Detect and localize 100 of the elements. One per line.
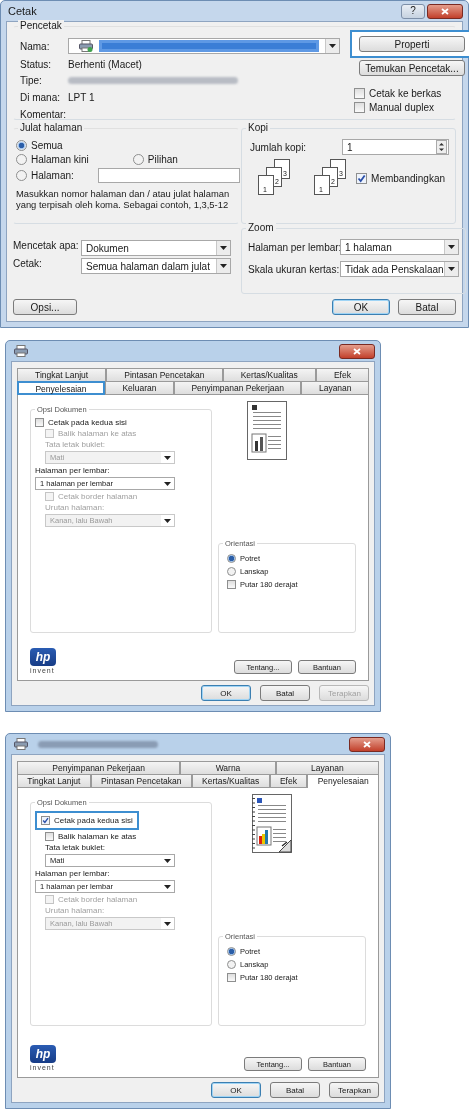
checkbox[interactable] (227, 580, 236, 589)
tab[interactable]: Penyelesaian (17, 381, 105, 395)
tab[interactable]: Penyelesaian (307, 774, 380, 788)
close-button[interactable] (349, 736, 385, 752)
field-label: Halaman per lembar: (35, 466, 110, 475)
field-label: Jumlah kopi: (250, 141, 307, 153)
tab[interactable]: Layanan (275, 761, 379, 774)
group-label: Zoom (246, 222, 276, 233)
button[interactable]: Temukan Pencetak... (359, 60, 465, 76)
close-icon (363, 740, 371, 748)
tab[interactable]: Kertas/Kualitas (191, 774, 270, 787)
checkbox[interactable] (356, 172, 368, 184)
tab[interactable]: Pintasan Pencetakan (90, 774, 192, 787)
checkbox[interactable] (41, 816, 50, 825)
tab[interactable]: Keluaran (104, 381, 174, 394)
checkbox[interactable] (354, 88, 365, 99)
field-label: Urutan halaman: (45, 906, 105, 915)
field-label: Status: (20, 58, 53, 70)
status-text: Berhenti (Macet) (68, 58, 143, 70)
help-button[interactable]: ? (401, 3, 425, 19)
group-label: Kopi (246, 122, 270, 133)
radio-button[interactable] (227, 554, 236, 563)
radio-button[interactable] (132, 154, 144, 165)
dropdown[interactable]: Dokumen (81, 240, 231, 256)
caret-icon (329, 44, 336, 48)
caret-icon (220, 264, 227, 268)
checkbox[interactable] (35, 418, 44, 427)
tab[interactable]: Tingkat Lanjut (17, 368, 107, 381)
field-label: Skala ukuran kertas: (248, 263, 340, 275)
checkbox-label: Cetak ke berkas (369, 88, 442, 99)
close-button[interactable] (339, 343, 375, 359)
radio-button[interactable] (227, 947, 236, 956)
checkbox[interactable] (354, 102, 365, 113)
printer-icon (14, 345, 28, 357)
number-field[interactable]: 1 (342, 139, 449, 155)
dropdown[interactable]: 1 halaman (340, 239, 459, 255)
field-label: Mencetak apa: (13, 240, 80, 253)
checkbox-label: Balik halaman ke atas (58, 832, 137, 841)
caret-icon (164, 518, 171, 523)
checkbox-label: Membandingkan (371, 172, 445, 184)
close-icon (441, 7, 449, 15)
checkbox-label: Cetak border halaman (58, 492, 138, 501)
logo-badge: hp (30, 1045, 56, 1063)
tab[interactable]: Efek (315, 368, 369, 381)
radio-button[interactable] (227, 960, 236, 969)
button[interactable]: Batal (260, 685, 310, 701)
dropdown[interactable]: Semua halaman dalam julat (81, 258, 231, 274)
tab[interactable]: Pintasan Pencetakan (106, 368, 223, 381)
tab[interactable]: Kertas/Kualitas (222, 368, 316, 381)
logo-badge: hp (30, 648, 56, 666)
checkbox-label: Cetak border halaman (58, 895, 138, 904)
button[interactable]: Opsi... (13, 299, 77, 315)
button[interactable]: Batal (398, 299, 456, 315)
caret-icon (447, 245, 455, 249)
button[interactable]: OK (332, 299, 390, 315)
caret-icon (164, 481, 171, 486)
tab[interactable]: Efek (269, 774, 308, 787)
field-label: Halaman per lembar: (35, 869, 110, 878)
radio-button[interactable] (16, 154, 27, 165)
printer-icon (79, 40, 93, 52)
radio-label: Halaman: (31, 170, 74, 181)
field-label: Tata letak buklet: (45, 843, 106, 852)
close-icon (353, 347, 361, 355)
tab[interactable]: Layanan (301, 381, 369, 394)
field-label: Halaman per lembar: (248, 241, 340, 253)
button[interactable]: Properti (359, 36, 465, 52)
checkbox[interactable] (45, 832, 54, 841)
radio-label: Pilihan (147, 154, 178, 165)
radio-button[interactable] (16, 170, 27, 181)
button[interactable]: Terapkan (329, 1082, 379, 1098)
tab[interactable]: Warna (180, 761, 276, 774)
field-label: Tipe: (20, 74, 43, 86)
dropdown[interactable]: Tidak ada Penskalaan (340, 261, 459, 277)
field-label: Tata letak buklet: (45, 440, 106, 449)
field-label: Di mana: (20, 91, 61, 103)
radio-label: Halaman kini (31, 154, 89, 165)
location-text: LPT 1 (68, 91, 96, 103)
checkbox[interactable] (227, 973, 236, 982)
input-field[interactable] (97, 168, 240, 183)
radio-label: Semua (31, 140, 63, 151)
caret-icon (220, 246, 227, 250)
caret-icon (164, 921, 171, 926)
button[interactable]: OK (201, 685, 251, 701)
caret-icon (164, 884, 171, 889)
checkbox-label: Cetak pada kedua sisi (54, 816, 133, 825)
tab[interactable]: Tingkat Lanjut (17, 774, 91, 787)
field-label: Cetak: (13, 258, 43, 271)
tab[interactable]: Penyimpanan Pekerjaan (17, 761, 181, 774)
checkbox-label: Cetak pada kedua sisi (48, 418, 127, 427)
radio-button[interactable] (16, 140, 27, 151)
window-title: Cetak (7, 5, 37, 17)
tab[interactable]: Penyimpanan Pekerjaan (173, 381, 302, 394)
caret-icon (447, 267, 455, 271)
radio-button[interactable] (227, 567, 236, 576)
field-label: Nama: (20, 40, 51, 52)
printer-dropdown[interactable] (68, 38, 340, 54)
spinner-icon (436, 140, 447, 154)
button[interactable]: Batal (270, 1082, 320, 1098)
close-button[interactable] (427, 3, 463, 19)
button[interactable]: OK (211, 1082, 261, 1098)
